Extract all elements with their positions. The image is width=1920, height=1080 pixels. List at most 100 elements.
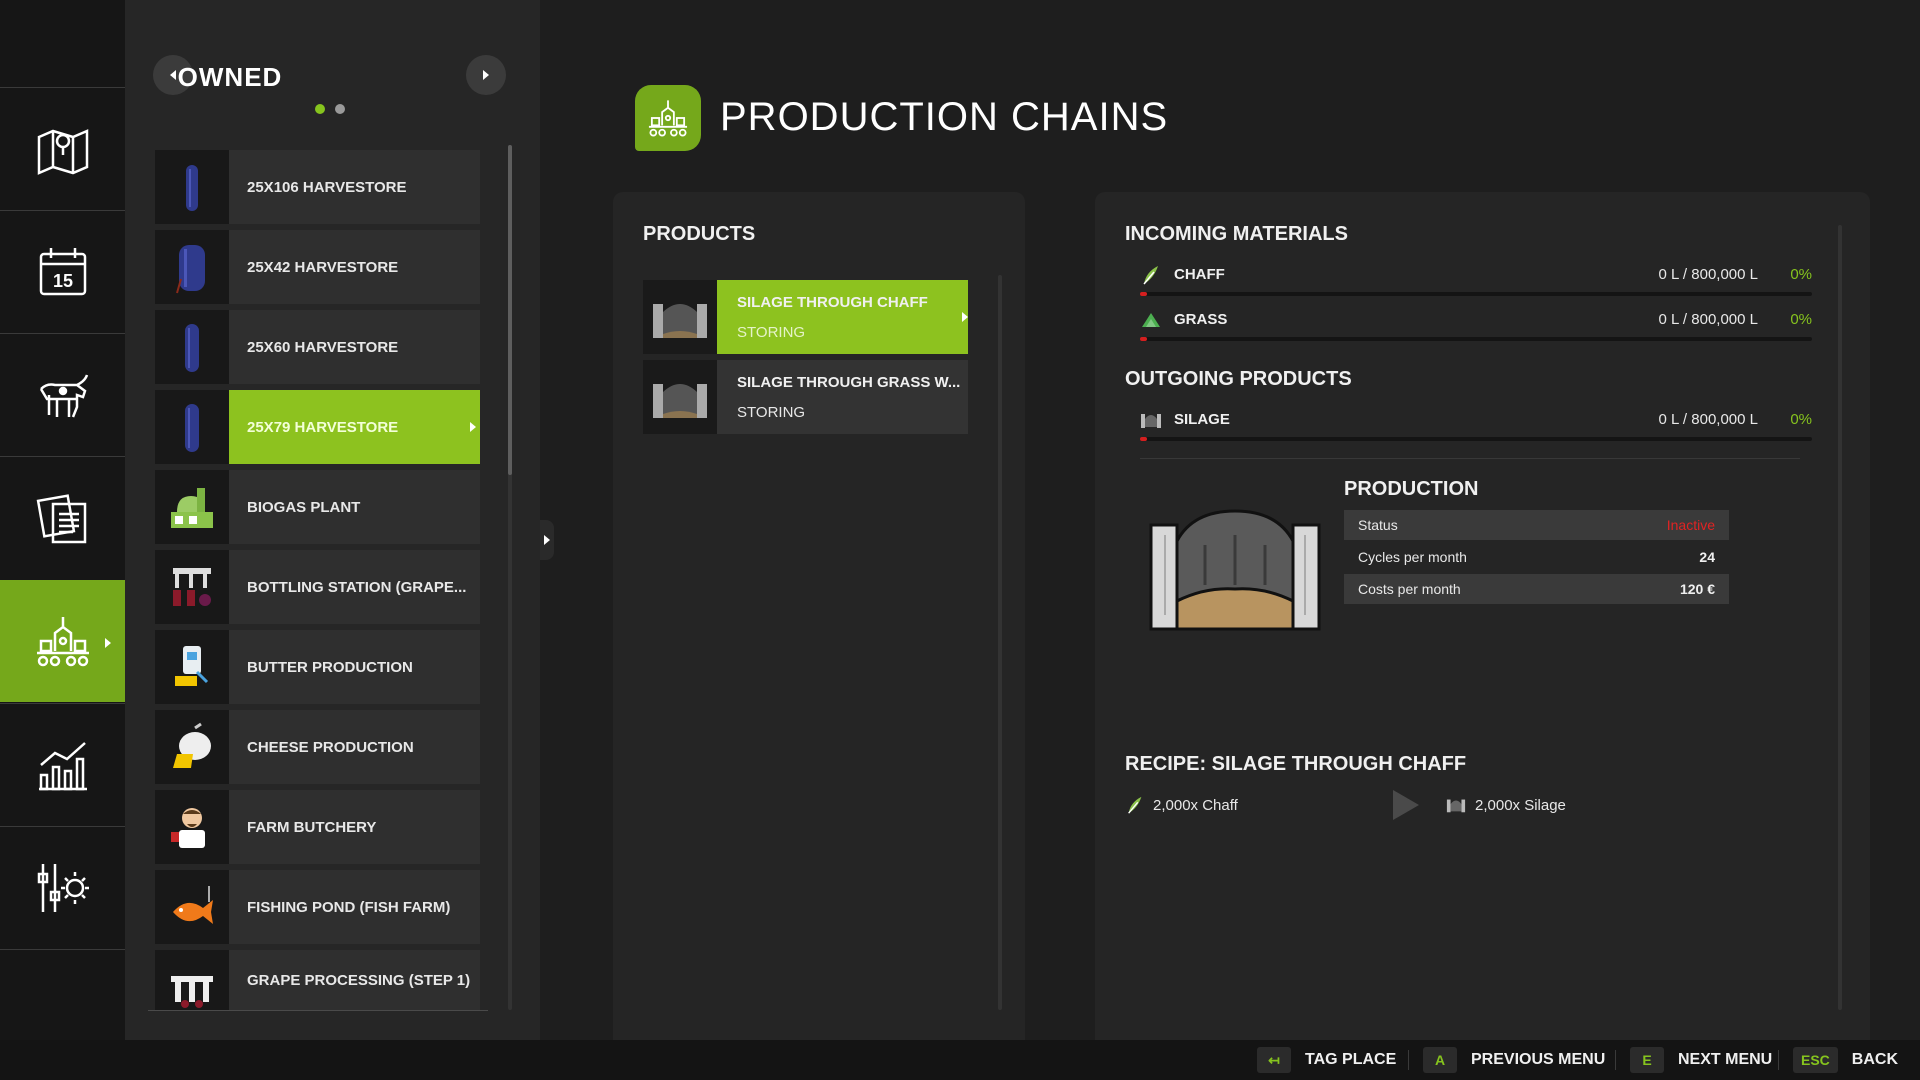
stat-row-cycles: Cycles per month 24 — [1344, 542, 1729, 572]
recipe-input: 2,000x Chaff — [1125, 795, 1238, 815]
list-item-label: BUTTER PRODUCTION — [247, 658, 413, 676]
material-percent: 0% — [1790, 311, 1812, 328]
list-item-label: GRAPE PROCESSING (STEP 1) — [247, 971, 471, 989]
list-item-label: FISHING POND (FISH FARM) — [247, 898, 451, 916]
bunker-silo-illustration — [1149, 509, 1321, 631]
recipe-output-label: 2,000x Silage — [1475, 796, 1566, 814]
stat-value: 24 — [1699, 549, 1715, 565]
list-next-button[interactable] — [466, 55, 506, 95]
stat-value: 120 € — [1679, 581, 1715, 597]
product-item-selected[interactable]: SILAGE THROUGH CHAFF STORING — [643, 280, 968, 354]
production-chains-screen: 15 OWNED 25X106 HARVESTORE 25X42 HARVEST… — [0, 0, 1920, 1080]
nav-item-settings[interactable] — [0, 826, 125, 948]
hint-back[interactable]: ESC BACK — [1793, 1047, 1898, 1073]
list-item[interactable]: BIOGAS PLANT — [155, 470, 480, 544]
material-percent: 0% — [1790, 266, 1812, 283]
nav-item-map[interactable] — [0, 87, 125, 209]
list-item-label: 25X106 HARVESTORE — [247, 178, 407, 196]
material-name: CHAFF — [1174, 266, 1225, 283]
arrow-right-icon — [483, 70, 489, 80]
hint-previous-menu[interactable]: A PREVIOUS MENU — [1423, 1047, 1605, 1073]
nav-item-contracts[interactable] — [0, 456, 125, 578]
butter-production-icon — [175, 646, 209, 686]
list-item[interactable]: 25X106 HARVESTORE — [155, 150, 480, 224]
list-scrollbar-thumb[interactable] — [508, 145, 512, 475]
bunker-silo-icon — [653, 384, 707, 418]
nav-item-statistics[interactable] — [0, 703, 125, 825]
hint-label: BACK — [1851, 1051, 1899, 1068]
stat-row-status: Status Inactive — [1344, 510, 1729, 540]
key-badge: A — [1423, 1047, 1457, 1073]
material-fill-bar — [1140, 292, 1812, 296]
product-name: SILAGE THROUGH CHAFF — [737, 293, 928, 311]
production-icon — [648, 100, 688, 137]
hint-tag-place[interactable]: ↤ TAG PLACE — [1257, 1047, 1396, 1073]
details-scrollbar[interactable] — [1838, 225, 1842, 1010]
list-item-label: BOTTLING STATION (GRAPE... — [247, 578, 467, 596]
documents-icon — [36, 493, 86, 543]
divider — [1778, 1050, 1779, 1070]
nav-item-calendar[interactable]: 15 — [0, 210, 125, 332]
selected-caret — [470, 422, 476, 432]
nav-item-animals[interactable] — [0, 333, 125, 455]
stat-label: Status — [1358, 517, 1398, 533]
divider — [1615, 1050, 1616, 1070]
list-item[interactable]: GRAPE PROCESSING (STEP 1) — [155, 950, 480, 1010]
silo-tall-icon — [186, 165, 198, 211]
stat-label: Cycles per month — [1358, 549, 1467, 565]
recipe-input-label: 2,000x Chaff — [1153, 796, 1238, 814]
divider — [1140, 458, 1800, 459]
key-badge: ESC — [1793, 1047, 1838, 1073]
list-item-label: BIOGAS PLANT — [247, 498, 361, 516]
grass-icon — [1142, 313, 1160, 327]
bottling-station-icon — [173, 568, 211, 606]
products-scrollbar[interactable] — [998, 275, 1002, 1010]
silo-short-icon — [176, 245, 205, 294]
page-dot[interactable] — [335, 104, 345, 114]
biogas-plant-icon — [171, 488, 213, 528]
production-title: PRODUCTION — [1344, 478, 1479, 500]
list-item[interactable]: 25X42 HARVESTORE — [155, 230, 480, 304]
material-fill-bar — [1140, 337, 1812, 341]
material-name: GRASS — [1174, 311, 1228, 328]
material-amount: 0 L / 800,000 L — [1658, 411, 1758, 428]
recipe-arrow-icon — [1393, 790, 1419, 820]
list-item[interactable]: 25X60 HARVESTORE — [155, 310, 480, 384]
material-percent: 0% — [1790, 411, 1812, 428]
hint-label: PREVIOUS MENU — [1471, 1051, 1606, 1068]
list-item-selected[interactable]: 25X79 HARVESTORE — [155, 390, 480, 464]
material-fill-level — [1140, 437, 1147, 441]
silage-icon — [1446, 799, 1466, 813]
butcher-icon — [171, 808, 205, 848]
list-item[interactable]: FARM BUTCHERY — [155, 790, 480, 864]
selected-caret — [962, 312, 968, 322]
product-state: STORING — [737, 403, 806, 421]
material-fill-level — [1140, 337, 1147, 341]
list-item-label: 25X42 HARVESTORE — [247, 258, 399, 276]
chaff-icon — [1128, 796, 1142, 814]
list-item[interactable]: CHEESE PRODUCTION — [155, 710, 480, 784]
products-title: PRODUCTS — [643, 223, 756, 245]
chaff-icon — [1143, 266, 1158, 285]
product-item[interactable]: SILAGE THROUGH GRASS W... STORING — [643, 360, 968, 434]
map-icon — [37, 128, 88, 175]
list-item-label: 25X60 HARVESTORE — [247, 338, 399, 356]
material-fill-level — [1140, 292, 1147, 296]
settings-icon — [37, 863, 89, 912]
incoming-materials-title: INCOMING MATERIALS — [1125, 223, 1348, 245]
production-icon — [36, 617, 89, 667]
divider — [148, 1010, 488, 1011]
collapse-panel-handle[interactable] — [540, 520, 554, 560]
page-dot-active[interactable] — [315, 104, 325, 114]
list-item[interactable]: BOTTLING STATION (GRAPE... — [155, 550, 480, 624]
hint-next-menu[interactable]: E NEXT MENU — [1630, 1047, 1772, 1073]
key-badge: E — [1630, 1047, 1664, 1073]
nav-item-production[interactable] — [0, 580, 125, 702]
silage-icon — [1141, 414, 1161, 428]
svg-text:15: 15 — [52, 271, 72, 291]
key-badge: ↤ — [1257, 1047, 1291, 1073]
list-item[interactable]: BUTTER PRODUCTION — [155, 630, 480, 704]
material-fill-bar — [1140, 437, 1812, 441]
nav-active-caret — [105, 638, 111, 648]
list-item[interactable]: FISHING POND (FISH FARM) — [155, 870, 480, 944]
